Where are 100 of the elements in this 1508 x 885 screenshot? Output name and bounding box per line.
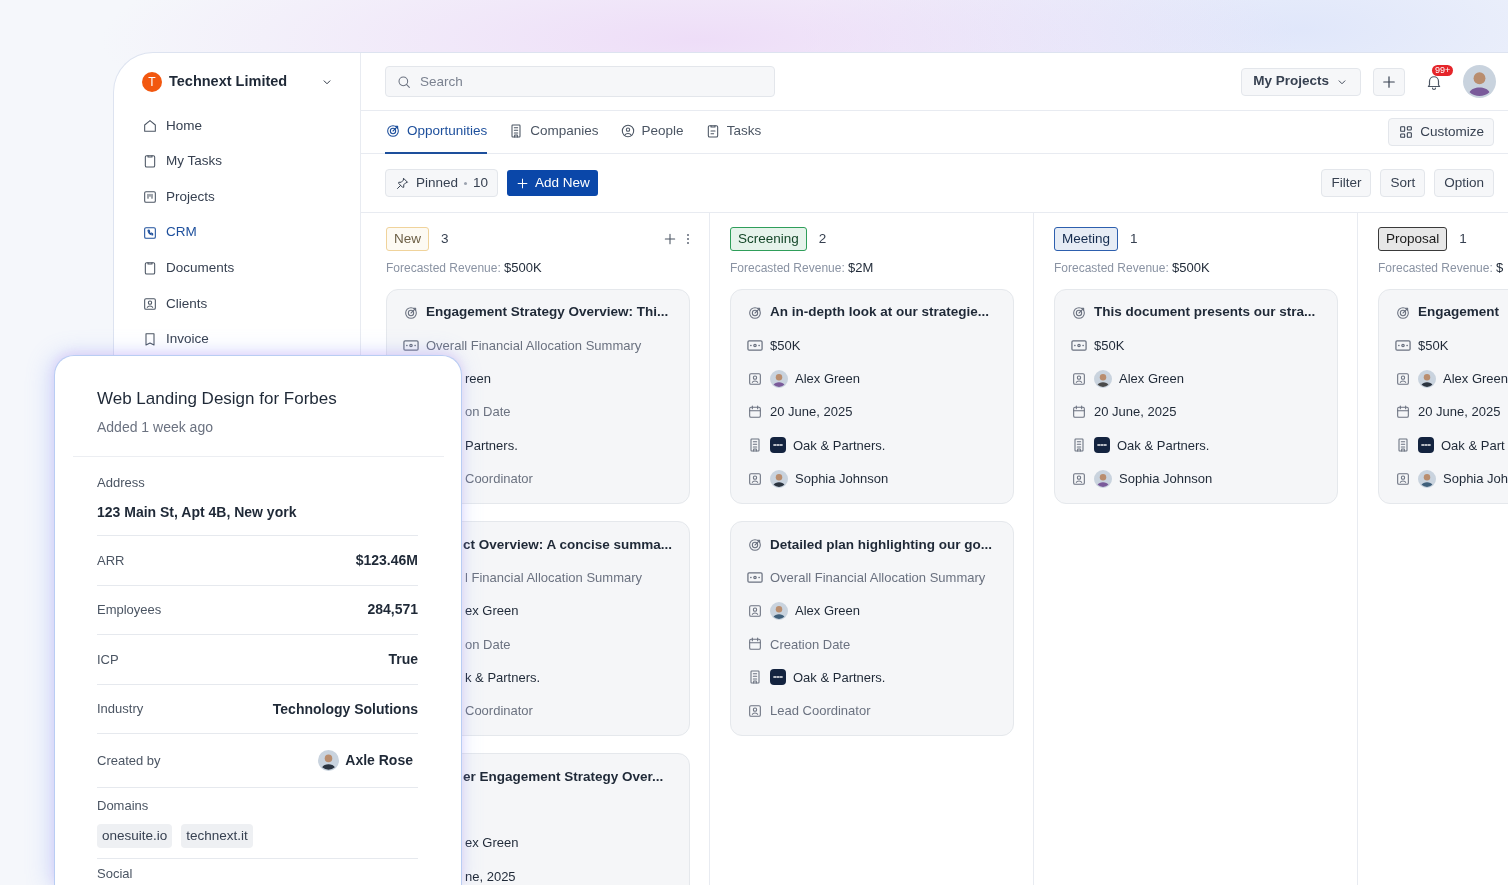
plus-icon [662, 231, 678, 247]
tab[interactable]: Tasks [704, 110, 762, 154]
contact-icon [747, 470, 763, 487]
contact-icon [1395, 370, 1411, 387]
pin-icon [395, 175, 410, 191]
opportunity-card[interactable]: This document presents our stra... $50K Alex Green 20 June, 2025 Oak & Partners. Sophia Johnson [1054, 289, 1338, 505]
field-value: on Date [465, 635, 511, 654]
opportunity-card[interactable]: An in-depth look at our strategie... $50K Alex Green 20 June, 2025 Oak & Partners. Sophia Johnson [730, 289, 1014, 505]
field-value: Lead Coordinator [770, 701, 871, 720]
search-icon [396, 73, 412, 90]
pinned-button[interactable]: Pinned 10 [385, 169, 499, 197]
field-value: Axle Rose [345, 751, 413, 771]
building-icon [1071, 437, 1087, 454]
field-label: Domains [97, 797, 150, 816]
calendar-icon [747, 636, 763, 653]
sidebar-item[interactable]: Projects [142, 179, 215, 215]
sidebar-item[interactable]: Documents [142, 250, 235, 286]
avatar [770, 602, 788, 621]
card-title: Engagement [1418, 303, 1499, 322]
company-logo [1094, 437, 1110, 454]
status-tag: Screening [730, 226, 807, 252]
target-icon [385, 123, 401, 139]
card-count: 2 [818, 229, 827, 248]
clipboard-icon [142, 153, 158, 170]
field-value: Overall Financial Allocation Summary [770, 569, 986, 588]
toolbar-button[interactable]: Sort [1380, 169, 1426, 197]
field-value: reen [465, 370, 492, 389]
card-title: er Engagement Strategy Over... [463, 767, 664, 786]
contact-icon [1071, 370, 1087, 387]
sidebar-item[interactable]: Clients [142, 285, 208, 322]
card-count: 1 [1459, 229, 1467, 248]
avatar [1418, 469, 1436, 488]
field-value: $50K [1418, 337, 1449, 356]
contact-icon [747, 603, 763, 620]
field-value: k & Partners. [465, 668, 541, 687]
opportunity-card[interactable]: Detailed plan highlighting our go... Overall Financial Allocation Summary Alex Green Creation Date Oak & Partners. Lead Coordinator [730, 521, 1014, 737]
field-value: Oak & Partners. [793, 668, 886, 687]
forecast-revenue: Forecasted Revenue: $ [1378, 259, 1505, 277]
field-label: Created by [97, 752, 161, 771]
target-icon [747, 304, 763, 321]
banknote-icon [747, 572, 763, 584]
field-label: ICP [97, 650, 119, 669]
building-icon [1395, 437, 1411, 454]
building-icon [747, 669, 763, 686]
domain-tag[interactable]: onesuite.io [97, 823, 173, 849]
field-value: ne, 2025 [465, 867, 516, 885]
avatar [318, 750, 340, 772]
person-icon [619, 123, 636, 139]
sidebar-item[interactable]: My Tasks [142, 143, 222, 180]
clipboard-icon [142, 260, 158, 277]
company-logo [770, 437, 786, 454]
field-value: Alex Green [795, 602, 861, 621]
home-icon [142, 117, 158, 134]
field-value: Oak & Partners. [793, 436, 886, 455]
sidebar-item[interactable]: CRM [142, 214, 197, 251]
field-value: Creation Date [770, 635, 851, 654]
tab[interactable]: Opportunities [385, 110, 488, 154]
card-count: 3 [441, 229, 449, 248]
sidebar-item[interactable]: Home [142, 108, 202, 144]
domain-tag[interactable]: technext.it [181, 823, 253, 849]
company-logo [1418, 437, 1434, 454]
field-value: Coordinator [465, 701, 533, 720]
status-tag: New [386, 226, 429, 252]
project-dropdown[interactable]: My Projects [1241, 67, 1361, 96]
field-value: Overall Financial Allocation Summary [426, 337, 642, 356]
customize-button[interactable]: Customize [1388, 118, 1494, 146]
add-button[interactable] [1373, 67, 1405, 96]
toolbar-button[interactable]: Option [1434, 169, 1494, 197]
field-label: Address [97, 473, 146, 492]
user-avatar[interactable] [1463, 65, 1496, 98]
card-title: Engagement Strategy Overview: Thi... [426, 303, 669, 322]
status-tag: Meeting [1054, 226, 1119, 252]
field-value: Sophia Johnson [795, 469, 889, 488]
status-tag: Proposal [1378, 226, 1448, 252]
field-value: Coordinator [465, 469, 533, 488]
contact-icon [747, 370, 763, 387]
target-icon [1071, 304, 1087, 321]
search-field[interactable]: Search [385, 66, 775, 97]
field-label: Social [97, 865, 134, 884]
tab[interactable]: People [619, 110, 684, 154]
sidebar-item[interactable]: Invoice [142, 321, 209, 358]
field-label: ARR [97, 551, 125, 570]
target-icon [403, 304, 419, 321]
workspace-name: Technext Limited [169, 72, 288, 92]
tab[interactable]: Companies [508, 110, 599, 154]
more-icon[interactable] [686, 233, 690, 245]
company-logo [770, 669, 786, 686]
workspace-logo: T [142, 72, 162, 92]
bookmark-icon [142, 331, 158, 348]
field-value: Oak & Partners. [1117, 436, 1210, 455]
contact-icon [1395, 470, 1411, 487]
field-value: on Date [465, 403, 511, 422]
field-value: Oak & Part [1441, 436, 1505, 455]
opportunity-card[interactable]: Engagement $50K Alex Green 20 June, 2025 Oak & Part Sophia Joh [1378, 289, 1508, 505]
target-icon [1395, 304, 1411, 321]
field-value: Sophia Johnson [1119, 469, 1213, 488]
add-new-button[interactable]: Add New [507, 170, 598, 196]
toolbar-button[interactable]: Filter [1321, 169, 1372, 197]
avatar [1418, 369, 1436, 388]
calendar-icon [1395, 404, 1411, 421]
